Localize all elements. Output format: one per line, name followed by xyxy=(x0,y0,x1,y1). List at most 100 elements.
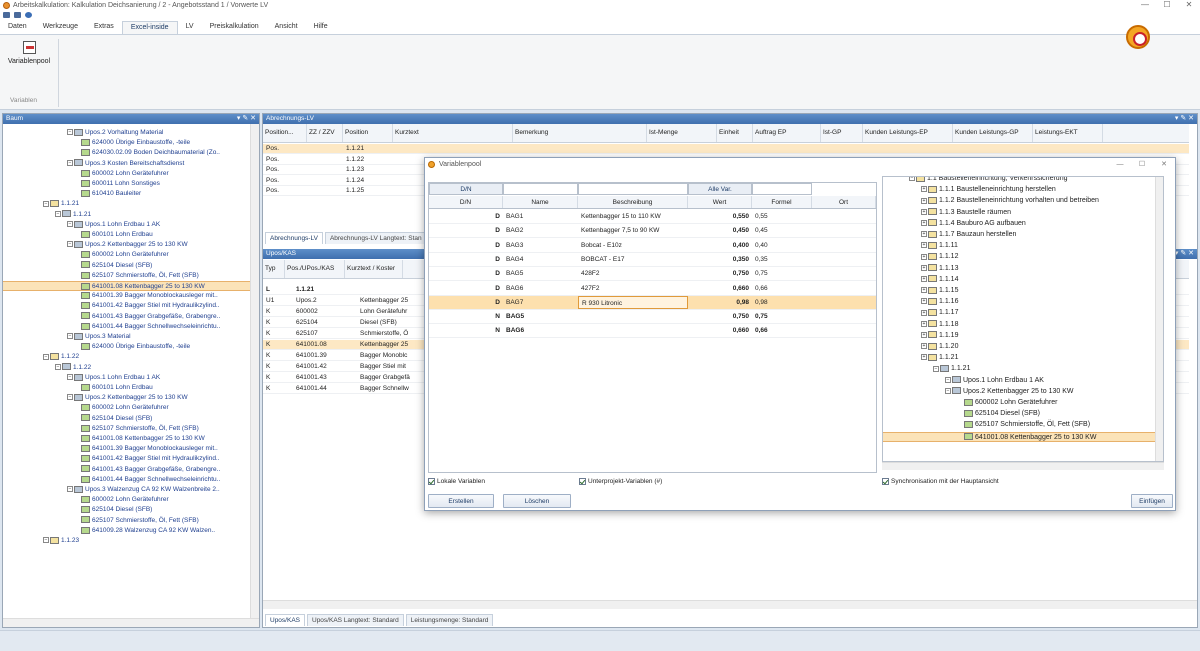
variable-cell-desc[interactable]: Kettenbagger 15 to 110 KW xyxy=(578,210,688,223)
alle-var-button[interactable]: Alle Var. xyxy=(688,183,752,195)
tree-node[interactable]: 641001.08 Kettenbagger 25 to 130 KW xyxy=(3,434,250,444)
dn-filter-button[interactable]: D/N xyxy=(429,183,503,195)
dialog-tree-node[interactable]: −625107 Schmierstoffe, Öl, Fett (SFB) xyxy=(883,420,1155,430)
expander-icon[interactable]: − xyxy=(909,177,915,182)
variable-col-header[interactable]: Name xyxy=(503,196,578,208)
ribbon-tab-daten[interactable]: Daten xyxy=(0,21,35,34)
undo-icon[interactable] xyxy=(25,12,32,18)
tree-node[interactable]: 641001.44 Bagger Schnellwechseleinrichtu… xyxy=(3,475,250,485)
name-filter-cell[interactable] xyxy=(503,183,578,195)
ribbon-tab-werkzeuge[interactable]: Werkzeuge xyxy=(35,21,86,34)
expander-icon[interactable]: − xyxy=(67,221,73,228)
dialog-tree-node[interactable]: +1.1.15 xyxy=(883,286,1155,296)
expander-icon[interactable]: − xyxy=(67,159,73,166)
dialog-tree-node[interactable]: − Upos.1 Lohn Erdbau 1 AK xyxy=(883,376,1155,386)
tree-node[interactable]: − Upos.3 Walzenzug CA 92 KW Walzenbreite … xyxy=(3,485,250,495)
lv-col-header[interactable]: Position xyxy=(343,124,393,142)
expander-icon[interactable]: − xyxy=(945,376,951,383)
upos-tab[interactable]: Upos/KAS xyxy=(265,614,305,626)
variable-row[interactable]: D BAG6 427F2 0,660 0,66 xyxy=(429,282,876,296)
upos-tab[interactable]: Upos/KAS Langtext: Standard xyxy=(307,614,404,626)
maximize-button[interactable]: ☐ xyxy=(1156,0,1178,10)
lv-panel-controls[interactable]: ▾ ✎ ✕ xyxy=(1175,114,1194,124)
upos-col-header[interactable]: Typ xyxy=(263,260,285,278)
ribbon-tab-ansicht[interactable]: Ansicht xyxy=(267,21,306,34)
expander-icon[interactable]: + xyxy=(921,287,927,294)
dialog-tree-node[interactable]: +1.1.19 xyxy=(883,331,1155,341)
variable-row[interactable]: D BAG7 R 930 Litronic 0,98 0,98 xyxy=(429,295,876,310)
tree-node[interactable]: − 1.1.23 xyxy=(3,536,250,546)
lv-col-header[interactable]: Bemerkung xyxy=(513,124,647,142)
expander-icon[interactable]: − xyxy=(67,241,73,248)
tree-node[interactable]: 600002 Lohn Gerätefuhrer xyxy=(3,250,250,260)
dialog-maximize-button[interactable]: ☐ xyxy=(1131,158,1153,172)
expander-icon[interactable]: − xyxy=(43,200,49,207)
expander-icon[interactable]: − xyxy=(43,537,49,544)
tree-node[interactable]: 625107 Schmierstoffe, Öl, Fett (SFB) xyxy=(3,516,250,526)
dialog-tree-node[interactable]: +1.1.17 xyxy=(883,308,1155,318)
tree-node[interactable]: 641009.28 Walzenzug CA 92 KW Walzen.. xyxy=(3,526,250,536)
tree-node[interactable]: 600101 Lohn Erdbau xyxy=(3,383,250,393)
dialog-tree-node[interactable]: +1.1.21 xyxy=(883,353,1155,363)
expander-icon[interactable]: + xyxy=(921,320,927,327)
dialog-tree-node[interactable]: +1.1.13 xyxy=(883,264,1155,274)
ribbon-tab-preiskalkulation[interactable]: Preiskalkulation xyxy=(202,21,267,34)
lv-col-header[interactable]: Kunden Leistungs-EP xyxy=(863,124,953,142)
tree-node[interactable]: 641001.44 Bagger Schnellwechseleinrichtu… xyxy=(3,322,250,332)
dialog-tree-node[interactable]: +1.1.12 xyxy=(883,252,1155,262)
variable-row[interactable]: D BAG3 Bobcat - E10z 0,400 0,40 xyxy=(429,239,876,253)
expander-icon[interactable]: + xyxy=(921,331,927,338)
upos-col-header[interactable]: Pos./UPos./KAS xyxy=(285,260,345,278)
dialog-tree-node[interactable]: +1.1.1 Baustelleneinrichtung herstellen xyxy=(883,185,1155,195)
dialog-tree-node[interactable]: −625104 Diesel (SFB) xyxy=(883,409,1155,419)
variable-col-header[interactable]: Formel xyxy=(752,196,812,208)
lokale-variablen-checkbox[interactable]: Lokale Variablen xyxy=(428,477,485,486)
dialog-tree-node[interactable]: +1.1.2 Baustelleneinrichtung vorhalten u… xyxy=(883,196,1155,206)
variable-row[interactable]: D BAG5 428F2 0,750 0,75 xyxy=(429,267,876,282)
tree-node[interactable]: − Upos.3 Material xyxy=(3,332,250,342)
dialog-tree-node[interactable]: − 1.1.21 xyxy=(883,364,1155,374)
dialog-tree-vscroll[interactable] xyxy=(1155,177,1163,461)
tree-node[interactable]: 625104 Diesel (SFB) xyxy=(3,261,250,271)
tree-node[interactable]: 641001.08 Kettenbagger 25 to 130 KW xyxy=(3,281,250,291)
tree-node[interactable]: 600002 Lohn Gerätefuhrer xyxy=(3,403,250,413)
tree-node[interactable]: − 1.1.21 xyxy=(3,210,250,220)
ribbon-tab-lv[interactable]: LV xyxy=(178,21,202,34)
dialog-tree-node[interactable]: +1.1.11 xyxy=(883,241,1155,251)
dialog-minimize-button[interactable]: — xyxy=(1109,158,1131,172)
dialog-tree-node[interactable]: +1.1.7 Bauzaun herstellen xyxy=(883,230,1155,240)
expander-icon[interactable]: + xyxy=(921,298,927,305)
expander-icon[interactable]: − xyxy=(67,394,73,401)
tree-node[interactable]: 624030.02.09 Boden Deichbaumaterial (Zo.… xyxy=(3,148,250,158)
tree-node[interactable]: − Upos.2 Vorhaltung Material xyxy=(3,128,250,138)
tree-vertical-scrollbar[interactable] xyxy=(250,124,259,618)
variable-row[interactable]: D BAG4 BOBCAT - E17 0,350 0,35 xyxy=(429,253,876,267)
expander-icon[interactable]: − xyxy=(67,333,73,340)
dialog-tree-node[interactable]: −641001.08 Kettenbagger 25 to 130 KW xyxy=(883,431,1155,442)
dialog-tree-node[interactable]: +1.1.14 xyxy=(883,275,1155,285)
lv-col-header[interactable]: Einheit xyxy=(717,124,753,142)
variable-row[interactable]: D BAG2 Kettenbagger 7,5 to 90 KW 0,450 0,45 xyxy=(429,224,876,239)
expander-icon[interactable]: + xyxy=(921,343,927,350)
variable-cell-desc[interactable]: 428F2 xyxy=(578,267,688,280)
ribbon-tab-hilfe[interactable]: Hilfe xyxy=(306,21,336,34)
expander-icon[interactable]: − xyxy=(43,353,49,360)
ribbon-tab-extras[interactable]: Extras xyxy=(86,21,122,34)
dialog-tree-node[interactable]: −600002 Lohn Gerätefuhrer xyxy=(883,398,1155,408)
tree-node[interactable]: 625104 Diesel (SFB) xyxy=(3,414,250,424)
expander-icon[interactable]: + xyxy=(921,253,927,260)
tree-node[interactable]: 625107 Schmierstoffe, Öl, Fett (SFB) xyxy=(3,271,250,281)
dialog-tree-node[interactable]: +1.1.16 xyxy=(883,297,1155,307)
variable-cell-desc[interactable] xyxy=(578,310,688,323)
variable-cell-desc[interactable]: Kettenbagger 7,5 to 90 KW xyxy=(578,224,688,237)
dialog-tree-node[interactable]: − Upos.2 Kettenbagger 25 to 130 KW xyxy=(883,387,1155,397)
variable-row[interactable]: N BAG6 0,660 0,66 xyxy=(429,324,876,339)
variable-col-header[interactable]: D/N xyxy=(429,196,503,208)
tree-node[interactable]: 600011 Lohn Sonstiges xyxy=(3,179,250,189)
upos-col-header[interactable]: Kurztext / Koster xyxy=(345,260,403,278)
print-icon[interactable] xyxy=(14,12,21,18)
dialog-close-button[interactable]: ✕ xyxy=(1153,158,1175,172)
tree-node[interactable]: − Upos.1 Lohn Erdbau 1 AK xyxy=(3,373,250,383)
expander-icon[interactable]: − xyxy=(933,365,939,372)
tree-node[interactable]: 625104 Diesel (SFB) xyxy=(3,505,250,515)
